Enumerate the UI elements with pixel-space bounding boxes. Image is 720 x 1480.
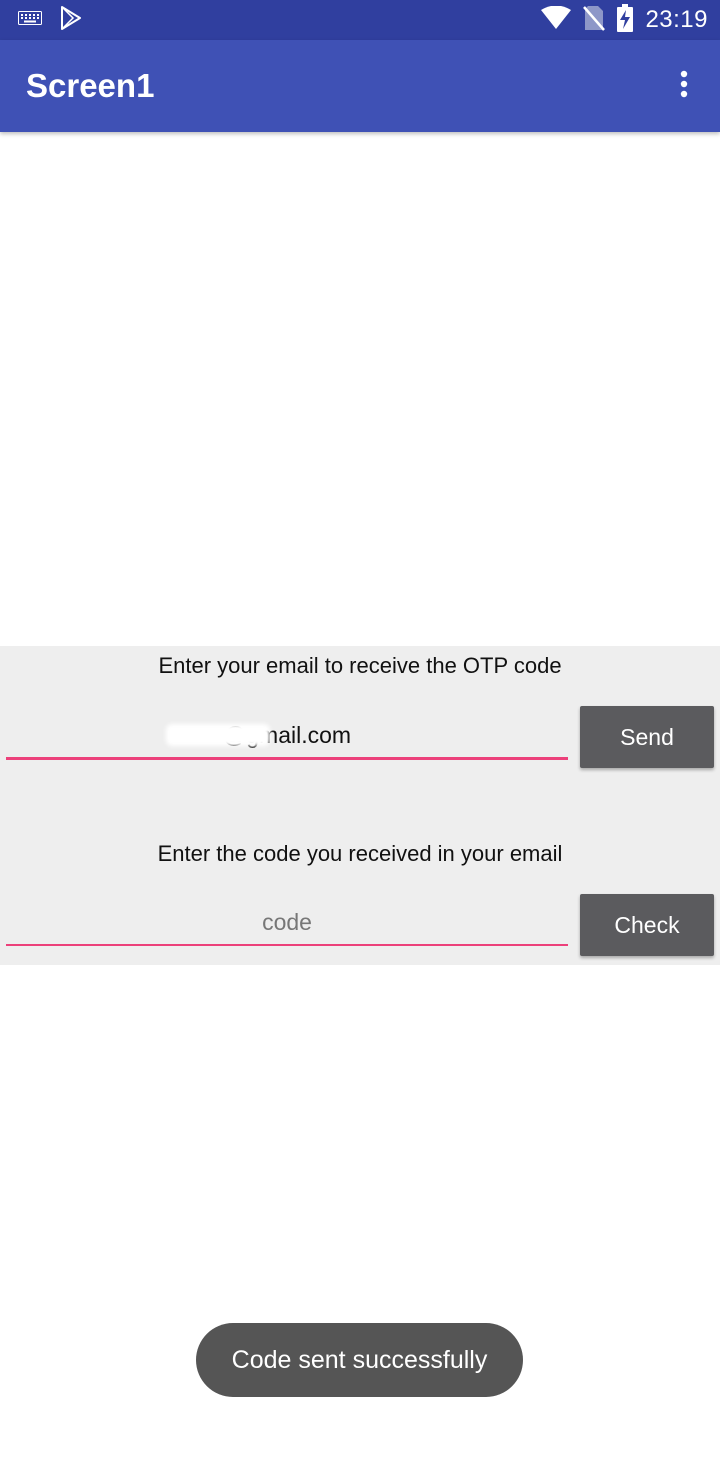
email-prompt-label: Enter your email to receive the OTP code: [158, 653, 562, 678]
redacted-email-prefix: [166, 724, 270, 746]
play-store-icon: [60, 5, 82, 35]
status-bar: 23:19: [0, 0, 720, 40]
battery-charging-icon: [617, 3, 634, 37]
app-bar: Screen1: [0, 40, 720, 132]
email-field[interactable]: [6, 714, 568, 760]
status-time: 23:19: [645, 6, 708, 33]
wifi-icon: [541, 5, 572, 35]
send-button[interactable]: Send: [580, 706, 714, 768]
toast-message: Code sent successfully: [196, 1323, 523, 1397]
keyboard-icon: [18, 10, 42, 30]
code-prompt-label: Enter the code you received in your emai…: [157, 841, 563, 866]
overflow-menu-button[interactable]: [668, 66, 700, 106]
no-sim-icon: [583, 5, 606, 36]
code-field[interactable]: [6, 900, 568, 946]
app-title: Screen1: [26, 67, 155, 104]
more-vert-icon: [679, 70, 689, 103]
check-button[interactable]: Check: [580, 894, 714, 956]
